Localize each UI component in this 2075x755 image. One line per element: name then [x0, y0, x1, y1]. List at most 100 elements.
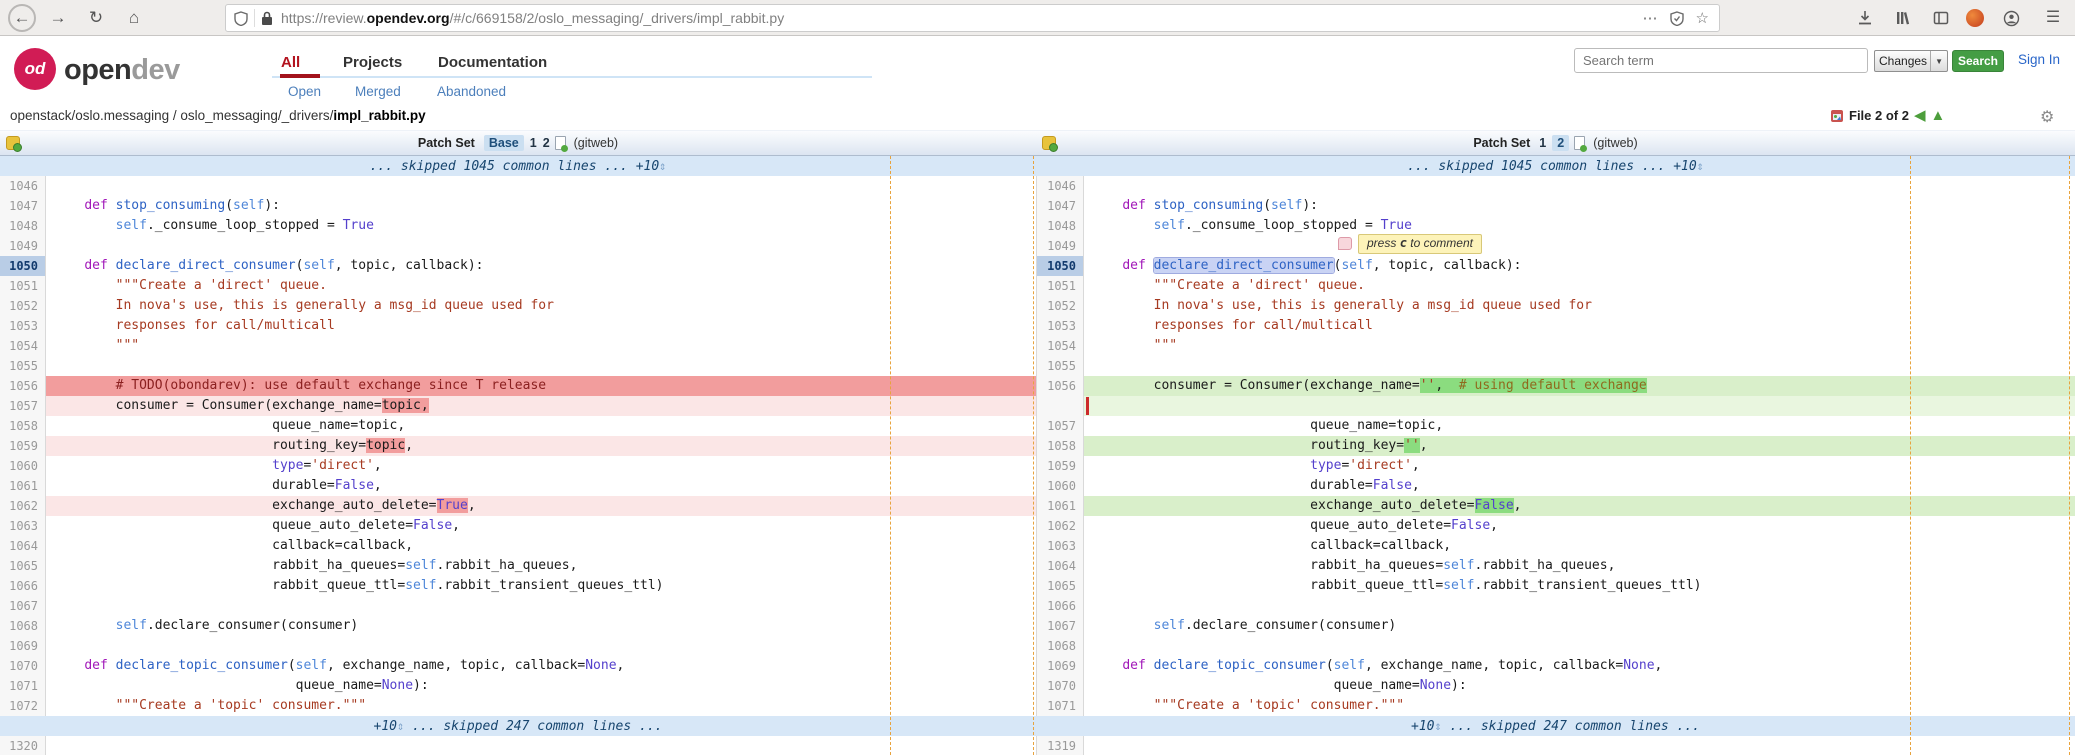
code-line-right[interactable]: consumer = Consumer(exchange_name='', # … [1084, 376, 2075, 396]
code-line-left[interactable]: queue_name=None): [46, 676, 1036, 696]
code-line-left[interactable] [46, 176, 1036, 196]
code-line-right[interactable] [1084, 596, 2075, 616]
line-number-right[interactable]: 1060 [1036, 476, 1084, 496]
prev-file-icon[interactable]: ◀ [1914, 108, 1926, 123]
line-number-right[interactable]: 1050 [1036, 256, 1084, 276]
code-line-right[interactable]: routing_key='', [1084, 436, 2075, 456]
code-line-right[interactable]: self._consume_loop_stopped = True [1084, 216, 2075, 236]
line-number-left[interactable]: 1066 [0, 576, 46, 596]
tab-projects[interactable]: Projects [343, 54, 402, 71]
code-line-left[interactable]: responses for call/multicall [46, 316, 1036, 336]
extension-icon[interactable] [1966, 9, 1984, 27]
code-line-left[interactable]: """Create a 'topic' consumer.""" [46, 696, 1036, 716]
tracking-shield-icon[interactable] [234, 10, 248, 26]
line-number-right[interactable]: 1054 [1036, 336, 1084, 356]
line-number-left[interactable]: 1068 [0, 616, 46, 636]
file-page-icon[interactable] [554, 136, 568, 152]
line-number-left[interactable]: 1072 [0, 696, 46, 716]
subtab-merged[interactable]: Merged [355, 84, 401, 99]
code-line-left[interactable]: In nova's use, this is generally a msg_i… [46, 296, 1036, 316]
line-number-left[interactable]: 1320 [0, 736, 46, 755]
patchset-option-base[interactable]: Base [483, 135, 524, 151]
code-line-left[interactable]: callback=callback, [46, 536, 1036, 556]
code-line-right[interactable]: def stop_consuming(self): [1084, 196, 2075, 216]
code-line-right[interactable]: queue_name=topic, [1084, 416, 2075, 436]
code-line-right[interactable]: callback=callback, [1084, 536, 2075, 556]
line-number-right[interactable] [1036, 396, 1084, 416]
line-number-right[interactable]: 1055 [1036, 356, 1084, 376]
code-line-left[interactable] [46, 636, 1036, 656]
code-line-left[interactable]: durable=False, [46, 476, 1036, 496]
line-number-left[interactable]: 1058 [0, 416, 46, 436]
code-line-left[interactable]: consumer = Consumer(exchange_name=topic, [46, 396, 1036, 416]
code-line-left[interactable]: type='direct', [46, 456, 1036, 476]
patchset-option-1[interactable]: 1 [1539, 136, 1546, 150]
line-number-right[interactable]: 1058 [1036, 436, 1084, 456]
line-number-right[interactable]: 1067 [1036, 616, 1084, 636]
line-number-right[interactable]: 1047 [1036, 196, 1084, 216]
line-number-left[interactable]: 1048 [0, 216, 46, 236]
tab-all[interactable]: All [281, 54, 300, 71]
edit-icon[interactable] [1042, 136, 1058, 152]
line-number-left[interactable]: 1055 [0, 356, 46, 376]
code-line-left[interactable] [46, 356, 1036, 376]
line-number-left[interactable]: 1057 [0, 396, 46, 416]
expand-link[interactable]: +10 [374, 719, 397, 734]
code-line-left[interactable]: rabbit_ha_queues=self.rabbit_ha_queues, [46, 556, 1036, 576]
subtab-open[interactable]: Open [288, 84, 321, 99]
line-number-right[interactable]: 1064 [1036, 556, 1084, 576]
code-line-left[interactable]: def stop_consuming(self): [46, 196, 1036, 216]
code-line-right[interactable]: exchange_auto_delete=False, [1084, 496, 2075, 516]
code-line-right[interactable]: rabbit_queue_ttl=self.rabbit_transient_q… [1084, 576, 2075, 596]
line-number-right[interactable]: 1068 [1036, 636, 1084, 656]
line-number-left[interactable]: 1065 [0, 556, 46, 576]
line-number-right[interactable]: 1062 [1036, 516, 1084, 536]
line-number-right[interactable]: 1049 [1036, 236, 1084, 256]
line-number-right[interactable]: 1063 [1036, 536, 1084, 556]
tab-documentation[interactable]: Documentation [438, 54, 547, 71]
code-line-right[interactable]: queue_name=None): [1084, 676, 2075, 696]
line-number-right[interactable]: 1071 [1036, 696, 1084, 716]
line-number-right[interactable]: 1319 [1036, 736, 1084, 755]
menu-icon[interactable]: ☰ [2040, 5, 2066, 31]
code-line-right[interactable] [1084, 356, 2075, 376]
patchset-option-2[interactable]: 2 [543, 136, 550, 150]
code-line-right[interactable]: durable=False, [1084, 476, 2075, 496]
url-text[interactable]: https://review.opendev.org/#/c/669158/2/… [281, 10, 1643, 26]
line-number-right[interactable]: 1070 [1036, 676, 1084, 696]
expand-link[interactable]: +10 [636, 159, 659, 174]
code-line-left[interactable]: queue_auto_delete=False, [46, 516, 1036, 536]
reload-icon[interactable]: ↻ [82, 4, 110, 32]
line-number-left[interactable]: 1070 [0, 656, 46, 676]
code-line-right[interactable]: def declare_topic_consumer(self, exchang… [1084, 656, 2075, 676]
code-line-left[interactable]: exchange_auto_delete=True, [46, 496, 1036, 516]
line-number-left[interactable]: 1064 [0, 536, 46, 556]
code-line-right[interactable]: type='direct', [1084, 456, 2075, 476]
sidebar-icon[interactable] [1928, 5, 1954, 31]
code-line-right[interactable] [1084, 636, 2075, 656]
line-number-left[interactable]: 1061 [0, 476, 46, 496]
expand-arrows-icon[interactable]: ⇕ [1697, 159, 1704, 173]
expand-arrows-icon[interactable]: ⇕ [1434, 719, 1441, 733]
code-line-right[interactable]: """Create a 'direct' queue. [1084, 276, 2075, 296]
line-number-right[interactable]: 1048 [1036, 216, 1084, 236]
code-line-right[interactable] [1084, 736, 2075, 755]
pocket-shield-icon[interactable] [1669, 10, 1684, 26]
expand-arrows-icon[interactable]: ⇕ [659, 159, 666, 173]
line-number-left[interactable]: 1056 [0, 376, 46, 396]
file-page-icon[interactable] [1574, 136, 1588, 152]
search-input[interactable] [1574, 48, 1868, 73]
back-icon[interactable]: ← [8, 4, 36, 32]
code-line-left[interactable]: # TODO(obondarev): use default exchange … [46, 376, 1036, 396]
line-number-right[interactable]: 1046 [1036, 176, 1084, 196]
code-line-left[interactable]: routing_key=topic, [46, 436, 1036, 456]
line-number-right[interactable]: 1056 [1036, 376, 1084, 396]
code-line-right[interactable]: In nova's use, this is generally a msg_i… [1084, 296, 2075, 316]
diff-preferences-gear-icon[interactable]: ⚙ [2040, 107, 2054, 127]
gitweb-link[interactable]: (gitweb) [1593, 136, 1637, 150]
line-number-left[interactable]: 1062 [0, 496, 46, 516]
patchset-option-2[interactable]: 2 [1552, 135, 1570, 151]
code-line-right[interactable] [1084, 396, 2075, 416]
line-number-left[interactable]: 1050 [0, 256, 46, 276]
home-icon[interactable]: ⌂ [120, 4, 148, 32]
